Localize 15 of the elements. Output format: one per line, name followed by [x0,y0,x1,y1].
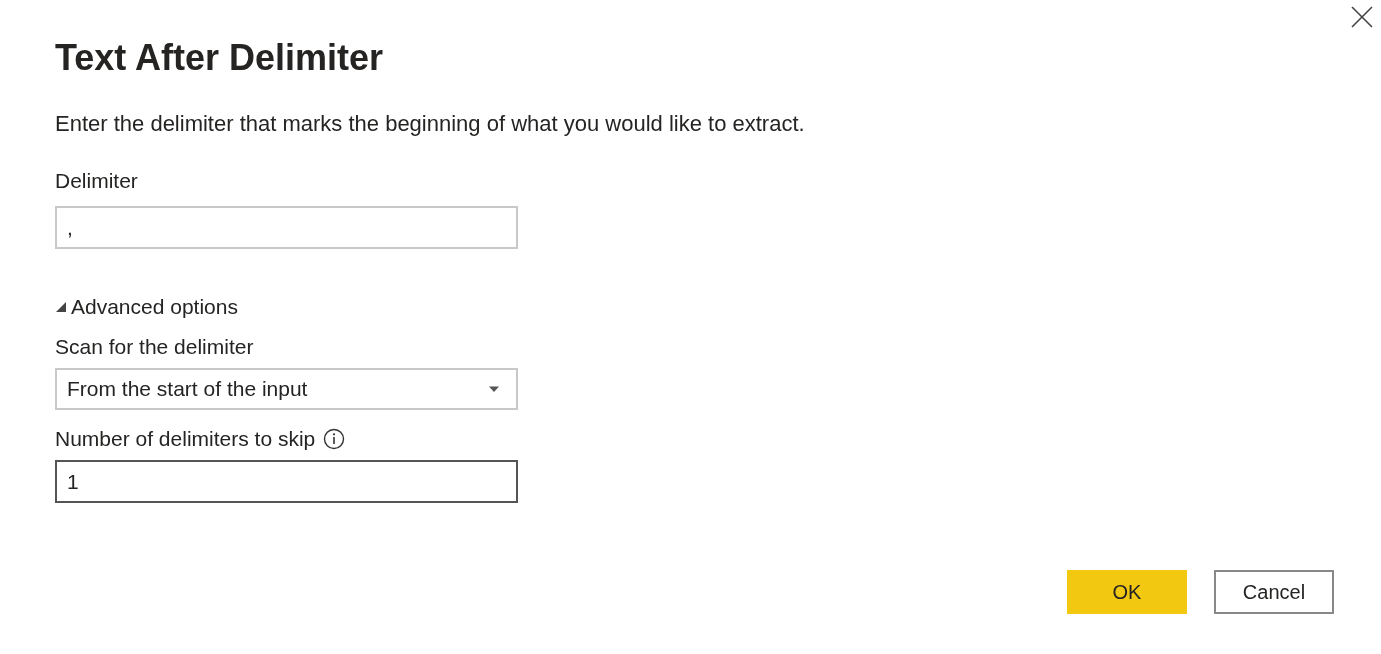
close-button[interactable] [1350,5,1374,29]
description-text: Enter the delimiter that marks the beginning of what you would like to extract. [55,110,805,138]
scan-dropdown[interactable]: From the start of the input [55,368,518,410]
close-icon [1351,6,1373,28]
field-label: Number of delimiters to skip [55,426,316,452]
field-label: Delimiter [55,168,138,194]
dialog-title: Text After Delimiter [55,36,384,80]
field-label: Scan for the delimiter [55,334,254,360]
ok-button[interactable]: OK [1067,570,1187,614]
info-icon[interactable] [323,428,346,450]
skip-count-field[interactable]: 1 [55,460,518,503]
caret-icon [488,385,500,393]
delimiter-field[interactable]: , [55,206,518,249]
cancel-button[interactable]: Cancel [1214,570,1334,614]
advanced-options-toggle[interactable]: Advanced options [55,294,238,320]
